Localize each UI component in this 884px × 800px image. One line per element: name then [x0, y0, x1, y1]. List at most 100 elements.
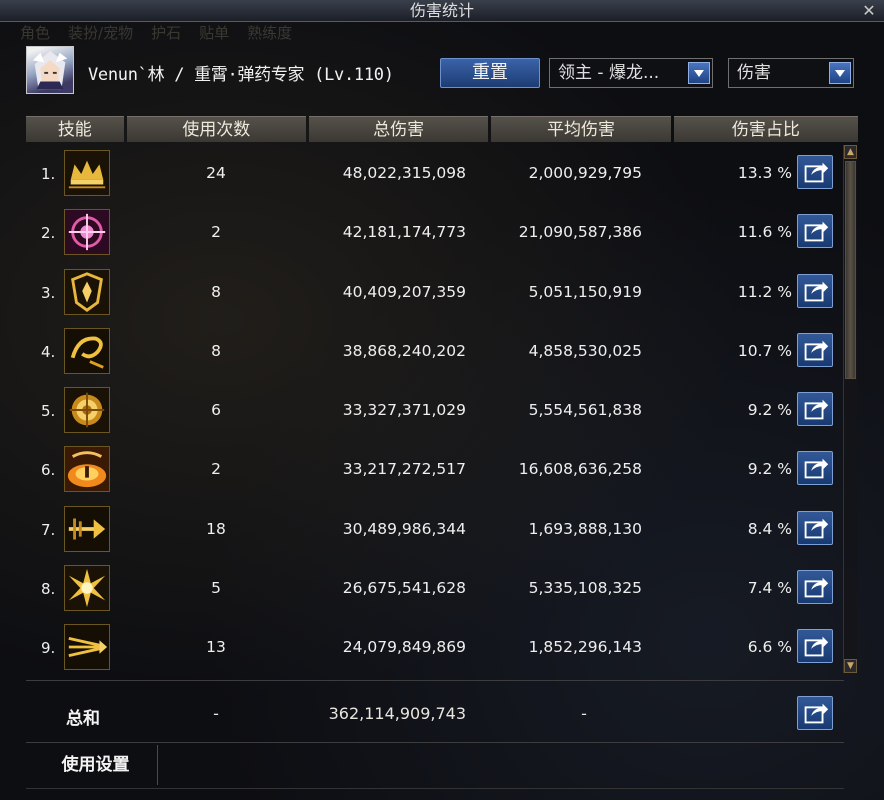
skill-table: 1. 24 48,022,315,098 2,000,929,795 13.3 …	[26, 145, 840, 675]
row-number: 8.	[41, 580, 56, 599]
share-button[interactable]	[797, 214, 833, 249]
golden-target-skill-icon	[64, 387, 110, 434]
damage-share: 6.6 %	[747, 638, 792, 657]
golden-swirl-skill-icon	[64, 327, 110, 374]
use-count: 6	[211, 401, 221, 420]
avg-damage: 4,858,530,025	[528, 341, 642, 360]
pink-crosshair-skill-icon	[64, 209, 110, 256]
share-button[interactable]	[797, 273, 833, 308]
table-row: 1. 24 48,022,315,098 2,000,929,795 13.3 …	[26, 145, 840, 204]
metric-select-value: 伤害	[737, 63, 771, 83]
share-button[interactable]	[797, 155, 833, 189]
total-damage: 33,217,272,517	[342, 460, 466, 479]
reset-button[interactable]: 重置	[440, 58, 540, 88]
share-icon	[804, 636, 829, 657]
table-row: 2. 2 42,181,174,773 21,090,587,386 11.6 …	[26, 204, 840, 263]
orange-blast-skill-icon	[64, 446, 110, 493]
damage-share: 11.2 %	[737, 282, 792, 301]
scroll-down-icon[interactable]: ▼	[844, 659, 857, 673]
table-scrollbar[interactable]: ▲ ▼	[843, 145, 857, 673]
damage-share: 8.4 %	[747, 519, 792, 538]
damage-share: 13.3 %	[737, 164, 792, 182]
scroll-up-icon[interactable]: ▲	[844, 145, 857, 159]
share-icon	[804, 399, 829, 420]
damage-share: 11.6 %	[737, 223, 792, 242]
total-damage: 42,181,174,773	[342, 223, 466, 242]
row-number: 3.	[41, 283, 56, 302]
avg-damage: 1,852,296,143	[528, 638, 642, 657]
total-damage: 24,079,849,869	[342, 638, 466, 657]
target-select[interactable]: 领主 - 爆龙...	[549, 58, 713, 88]
share-icon	[804, 703, 829, 724]
scroll-thumb[interactable]	[845, 161, 856, 379]
total-damage: 33,327,371,029	[342, 401, 466, 420]
character-name: Venun`林 / 重霄·弹药专家 (Lv.110)	[88, 65, 394, 85]
use-count: 2	[211, 223, 221, 242]
divider	[26, 742, 844, 743]
damage-share: 10.7 %	[737, 341, 792, 360]
total-damage: 26,675,541,628	[342, 579, 466, 598]
share-icon	[804, 221, 829, 242]
table-row: 9. 13 24,079,849,869 1,852,296,143 6.6 %	[26, 619, 840, 675]
chevron-down-icon[interactable]	[688, 62, 710, 84]
table-row: 3. 8 40,409,207,359 5,051,150,919 11.2 %	[26, 264, 840, 323]
share-icon	[804, 281, 829, 301]
damage-share: 9.2 %	[747, 401, 792, 420]
row-number: 1.	[41, 165, 56, 183]
divider	[26, 680, 844, 681]
window-title: 伤害统计	[409, 1, 474, 20]
header-skill[interactable]: 技能	[26, 116, 124, 142]
share-icon	[804, 518, 829, 539]
damage-share: 7.4 %	[747, 579, 792, 598]
bottom-bar	[26, 788, 844, 800]
row-number: 5.	[41, 402, 56, 421]
window-titlebar[interactable]: 伤害统计 ✕	[0, 0, 884, 22]
chevron-down-icon[interactable]	[829, 62, 851, 84]
total-damage-sum: 362,114,909,743	[328, 704, 466, 723]
avg-damage: 5,554,561,838	[528, 401, 642, 420]
share-button[interactable]	[797, 451, 833, 486]
share-button[interactable]	[797, 629, 833, 664]
close-icon[interactable]: ✕	[860, 2, 878, 20]
share-button[interactable]	[797, 332, 833, 367]
share-icon	[804, 340, 829, 361]
table-header: 技能 使用次数 总伤害 平均伤害 伤害占比	[26, 116, 858, 142]
total-row: 总和 - 362,114,909,743 -	[26, 684, 844, 742]
share-button[interactable]	[797, 570, 833, 605]
avg-damage: 2,000,929,795	[528, 164, 642, 182]
share-icon	[804, 162, 829, 183]
avg-damage: 5,335,108,325	[528, 579, 642, 598]
character-avatar	[26, 46, 74, 94]
total-damage: 38,868,240,202	[342, 341, 466, 360]
use-count: 2	[211, 460, 221, 479]
golden-shield-skill-icon	[64, 268, 110, 315]
avg-damage: 1,693,888,130	[528, 519, 642, 538]
table-row: 7. 18 30,489,986,344 1,693,888,130 8.4 %	[26, 501, 840, 560]
share-button[interactable]	[797, 510, 833, 545]
total-share-button[interactable]	[797, 696, 833, 730]
use-count: 24	[206, 164, 226, 182]
share-button[interactable]	[797, 392, 833, 427]
golden-arrow-skill-icon	[64, 505, 110, 552]
table-row: 5. 6 33,327,371,029 5,554,561,838 9.2 %	[26, 382, 840, 441]
share-icon	[804, 577, 829, 598]
row-number: 4.	[41, 342, 56, 361]
header-count[interactable]: 使用次数	[126, 116, 306, 142]
metric-select[interactable]: 伤害	[728, 58, 854, 88]
total-damage: 40,409,207,359	[342, 282, 466, 301]
use-count: 5	[211, 579, 221, 598]
golden-spikes-skill-icon	[64, 624, 110, 671]
avg-damage: 21,090,587,386	[518, 223, 642, 242]
header-total[interactable]: 总伤害	[308, 116, 489, 142]
damage-stats-window: 伤害统计 ✕ Venun`林 / 重霄·弹药专家 (Lv.110) 重置 领主 …	[0, 0, 884, 800]
total-label: 总和	[66, 709, 100, 729]
header-share[interactable]: 伤害占比	[673, 116, 858, 142]
total-damage: 48,022,315,098	[342, 164, 466, 182]
header-avg[interactable]: 平均伤害	[491, 116, 671, 142]
tab-settings[interactable]: 使用设置	[34, 745, 158, 785]
use-count: 13	[206, 638, 226, 657]
avg-damage: 16,608,636,258	[518, 460, 642, 479]
damage-share: 9.2 %	[747, 460, 792, 479]
row-number: 2.	[41, 224, 56, 243]
share-icon	[804, 459, 829, 479]
